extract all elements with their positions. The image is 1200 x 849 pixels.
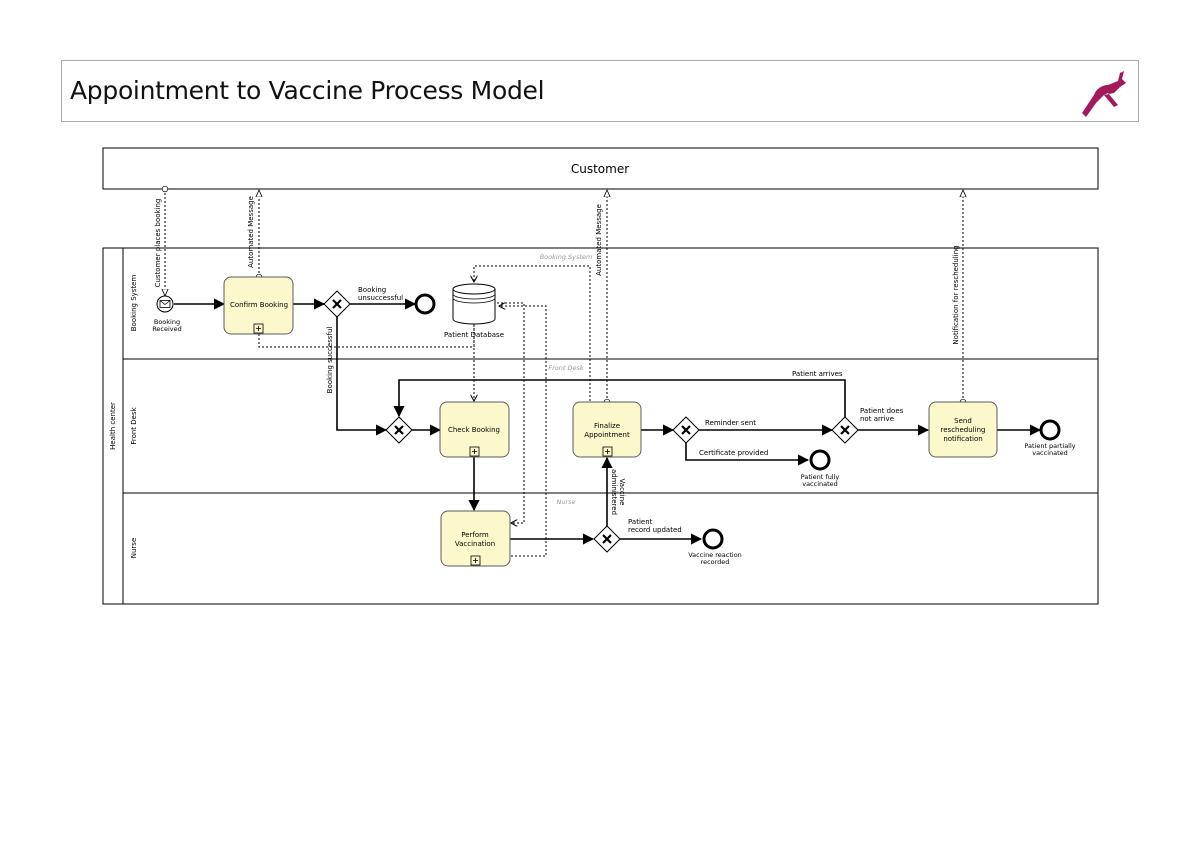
lane-label-booking-system: Booking System	[130, 275, 138, 332]
end-event-partially-vaccinated	[1039, 419, 1061, 441]
label-booking-unsuccessful-2: unsuccessful	[358, 294, 403, 302]
end-fully-label-line2: vaccinated	[802, 480, 838, 488]
end-event-vaccine-reaction	[702, 528, 724, 550]
label-reminder-sent: Reminder sent	[705, 419, 756, 427]
end-reaction-label-line2: recorded	[701, 558, 730, 566]
msg-label-customer-places-booking: Customer places booking	[154, 199, 162, 288]
msg-label-automated-1: Automated Message	[247, 196, 255, 268]
start-event-label-line2: Received	[152, 325, 182, 333]
label-booking-successful: Booking successful	[326, 327, 334, 394]
label-patient-arrives: Patient arrives	[792, 370, 843, 378]
data-store-label: Patient Database	[444, 331, 504, 339]
task-finalize-label-line2: Appointment	[584, 431, 630, 439]
label-does-not-arrive-1: Patient does	[860, 407, 904, 415]
task-send-rescheduling-line3: notification	[943, 435, 982, 443]
task-perform-vaccination-line2: Vaccination	[455, 540, 495, 548]
start-event-booking-received	[156, 295, 174, 313]
customer-pool-label: Customer	[571, 162, 629, 176]
lane-watermark-booking-system: Booking System	[540, 253, 593, 261]
label-record-updated-2: record updated	[628, 526, 682, 534]
label-vaccine-administered-2: administered	[610, 469, 618, 515]
task-perform-vaccination-line1: Perform	[461, 531, 489, 539]
label-does-not-arrive-2: not arrive	[860, 415, 894, 423]
label-record-updated-1: Patient	[628, 518, 653, 526]
lane-label-nurse: Nurse	[130, 538, 138, 559]
task-confirm-booking-label: Confirm Booking	[230, 301, 288, 309]
msg-label-rescheduling: Notification for rescheduling	[952, 245, 960, 344]
task-finalize-label-line1: Finalize	[594, 422, 620, 430]
end-event-booking-unsuccessful	[414, 293, 436, 315]
lane-watermark-nurse: Nurse	[556, 498, 575, 506]
bpmn-diagram: Customer Health center Booking System Fr…	[102, 147, 1099, 605]
msg-label-automated-2: Automated Message	[595, 204, 603, 276]
task-send-rescheduling-line2: rescheduling	[941, 426, 986, 434]
label-certificate-provided: Certificate provided	[699, 449, 768, 457]
data-store-patient-database	[452, 283, 496, 325]
health-center-pool-label: Health center	[109, 402, 117, 450]
end-event-fully-vaccinated	[809, 449, 831, 471]
lane-label-front-desk: Front Desk	[130, 406, 138, 444]
label-booking-unsuccessful-1: Booking	[358, 286, 386, 294]
lane-watermark-front-desk: Front Desk	[548, 364, 584, 372]
task-send-rescheduling-line1: Send	[954, 417, 972, 425]
end-partially-label-line2: vaccinated	[1032, 449, 1068, 457]
task-check-booking-label: Check Booking	[448, 426, 500, 434]
label-vaccine-administered-1: Vaccine	[618, 479, 626, 506]
